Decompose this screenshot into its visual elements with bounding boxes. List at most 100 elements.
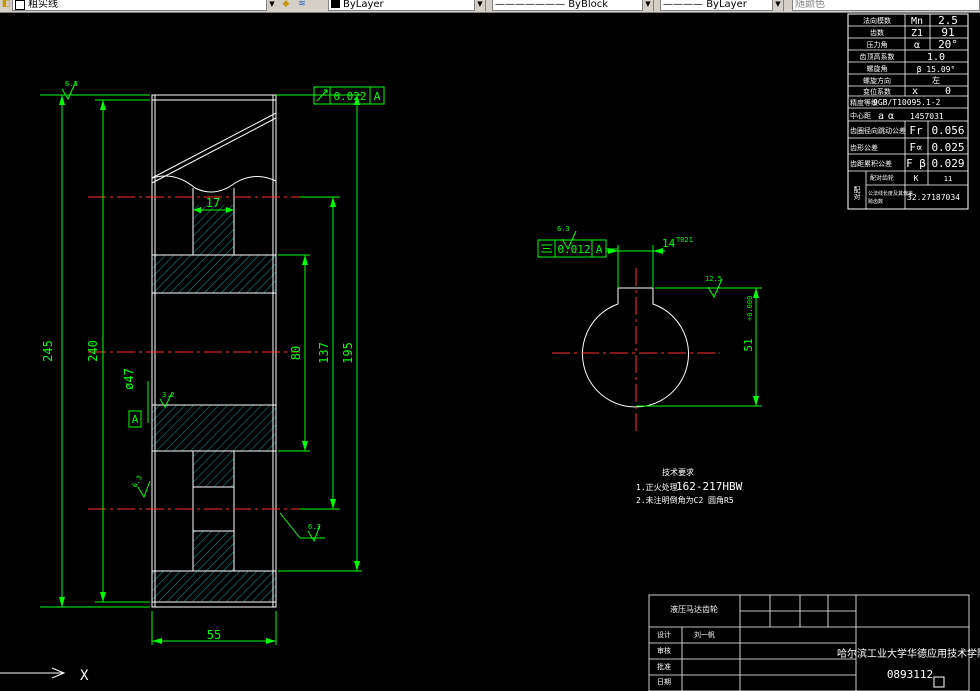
center-sym-a: a bbox=[878, 111, 884, 122]
keyway-view: 14 T021 51 +0.000 bbox=[552, 236, 762, 433]
plotstyle-dropdown[interactable]: 随颜色 bbox=[792, 0, 980, 11]
hatch-web-bottom bbox=[152, 405, 276, 451]
lineweight-value: ByLayer bbox=[706, 0, 747, 10]
center-val: 1457031 bbox=[910, 112, 944, 121]
param-3-label: 齿顶高系数 bbox=[860, 52, 895, 61]
hatch-rim-bottom bbox=[152, 571, 276, 601]
tol-2-label: 齿距累积公差 bbox=[850, 159, 892, 168]
param-0-sym: Mn bbox=[911, 16, 923, 27]
layer-swatch-icon bbox=[15, 0, 25, 10]
dim-51: 51 bbox=[742, 338, 755, 351]
tol-2-sym: F β bbox=[906, 157, 926, 170]
roughness-6-3-c: 6.3 bbox=[308, 523, 321, 531]
make-layer-current-icon[interactable]: ◆ bbox=[280, 0, 292, 11]
param-4-label: 螺旋角 bbox=[867, 64, 888, 73]
center-sym-b: α bbox=[888, 111, 894, 122]
ucs-icon: X bbox=[0, 667, 89, 684]
param-2-val: 20° bbox=[938, 38, 958, 51]
dim-14: 14 bbox=[662, 237, 676, 250]
tb-school: 哈尔滨工业大学华德应用技术学院 bbox=[837, 647, 980, 660]
roughness-6-3-a: 6.3 bbox=[65, 80, 78, 88]
hatch-hub-bottom-1 bbox=[193, 451, 234, 487]
tb-date-label: 日期 bbox=[657, 678, 671, 686]
lineweight-dropdown[interactable]: ———— ByLayer bbox=[660, 0, 784, 11]
parameter-table: 法向模数 Mn 2.5 齿数 Z1 91 压力角 α 20° 齿顶高系数 1.0… bbox=[847, 13, 969, 210]
pairing-row1-sym: K bbox=[914, 174, 919, 183]
title-block: 液压马达齿轮 设计 刘一帆 审核 批准 日期 哈尔滨工业大学华德应用技术学院 0… bbox=[648, 594, 980, 691]
dim-47: ø47 bbox=[122, 368, 136, 390]
tol-1-val: 0.025 bbox=[931, 141, 964, 154]
roughness-12-5: 12.5 bbox=[705, 275, 722, 283]
pairing-row1-val: 11 bbox=[944, 175, 952, 183]
tb-design-label: 设计 bbox=[657, 630, 671, 639]
notes-line1: 162-217HBW bbox=[676, 480, 743, 493]
plotstyle-value: 随颜色 bbox=[795, 0, 825, 10]
dim-17: 17 bbox=[206, 196, 220, 210]
dim-240: 240 bbox=[86, 340, 100, 362]
tol-0-val: 0.056 bbox=[931, 124, 964, 137]
datum-a-label: A bbox=[132, 413, 139, 426]
roughness-6-3-b: 6.3 bbox=[131, 474, 144, 489]
color-dropdown-arrow-icon[interactable]: ▼ bbox=[474, 0, 485, 11]
fcf-runout-datum: A bbox=[374, 90, 381, 103]
param-0-label: 法向模数 bbox=[863, 16, 891, 25]
param-6-label: 变位系数 bbox=[863, 87, 891, 96]
param-1-label: 齿数 bbox=[870, 28, 884, 37]
notes-line2-prefix: 2.未注明倒角为C2 bbox=[636, 495, 703, 505]
symmetry-icon bbox=[541, 244, 552, 253]
param-5-val: 左 bbox=[932, 75, 940, 85]
param-6-val: 0 bbox=[945, 86, 951, 97]
tb-number: 0893112 bbox=[887, 668, 933, 681]
precision-val: 9GB/T10095.1-2 bbox=[873, 98, 941, 107]
tb-part-name: 液压马达齿轮 bbox=[670, 604, 718, 614]
lineweight-dropdown-arrow-icon[interactable]: ▼ bbox=[772, 0, 783, 11]
layer-dropdown[interactable]: 粗实线 bbox=[12, 0, 270, 11]
linetype-dropdown[interactable]: ——————— ByBlock bbox=[492, 0, 654, 11]
notes-title: 技术要求 bbox=[662, 467, 694, 477]
dim-137: 137 bbox=[317, 342, 331, 364]
dim-14-tol: T021 bbox=[676, 236, 693, 244]
pairing-group: 配对 bbox=[853, 186, 861, 200]
layer-state-icon[interactable]: ◧ bbox=[0, 0, 12, 11]
dim-195: 195 bbox=[341, 342, 355, 364]
color-swatch-icon bbox=[331, 0, 340, 8]
layer-previous-icon[interactable]: ≋ bbox=[296, 0, 308, 11]
tb-check-label: 审核 bbox=[657, 646, 671, 655]
layer-name: 粗实线 bbox=[28, 0, 58, 10]
tol-0-sym: Fr bbox=[909, 124, 923, 137]
properties-toolbar: ◧ 粗实线 ▼ ◆ ≋ ByLayer ▼ ——————— ByBlock ▼ … bbox=[0, 0, 980, 13]
drawing-canvas[interactable]: 245 240 80 137 195 ø47 17 55 6.3 3.2 6.3… bbox=[0, 13, 980, 691]
tb-designer: 刘一帆 bbox=[694, 630, 715, 639]
color-dropdown[interactable]: ByLayer bbox=[328, 0, 486, 11]
notes-line1-prefix: 1.正火处理 bbox=[636, 482, 678, 492]
dim-55: 55 bbox=[207, 628, 221, 642]
roughness-6-3-d: 6.3 bbox=[557, 225, 570, 233]
fcf-symmetry: 0.012 A bbox=[537, 239, 618, 258]
pairing-row2-val: 32.27187034 bbox=[907, 193, 960, 202]
linetype-sample: ——————— bbox=[495, 0, 565, 10]
center-label: 中心距 bbox=[850, 111, 871, 120]
layer-dropdown-arrow-icon[interactable]: ▼ bbox=[266, 0, 277, 11]
gear-outline bbox=[151, 94, 277, 608]
technical-notes: 技术要求 1.正火处理 162-217HBW 2.未注明倒角为C2 圆角R5 bbox=[636, 467, 743, 505]
color-value: ByLayer bbox=[343, 0, 384, 10]
param-4-val: β 15.09° bbox=[917, 65, 956, 74]
gear-section-view bbox=[88, 94, 300, 608]
dim-51-tol: +0.000 bbox=[746, 296, 754, 321]
fcf-runout-tol: 0.022 bbox=[333, 90, 366, 103]
roughness-symbols bbox=[61, 80, 723, 543]
tol-1-label: 齿形公差 bbox=[850, 143, 878, 152]
param-2-sym: α bbox=[914, 40, 920, 51]
fcf-symmetry-datum: A bbox=[596, 243, 603, 256]
tol-2-val: 0.029 bbox=[931, 157, 964, 170]
param-6-sym: x bbox=[912, 86, 918, 97]
hatch-hub-top bbox=[193, 205, 234, 255]
dim-80: 80 bbox=[289, 346, 303, 360]
dim-245: 245 bbox=[41, 340, 55, 362]
param-2-label: 压力角 bbox=[867, 40, 888, 49]
hatch-web-top bbox=[152, 255, 276, 293]
pairing-row1-label: 配对齿轮 bbox=[870, 174, 894, 182]
tol-0-label: 齿圈径向跳动公差 bbox=[850, 126, 906, 135]
linetype-dropdown-arrow-icon[interactable]: ▼ bbox=[642, 0, 653, 11]
pairing-row2-sub: 跨齿数 bbox=[868, 198, 883, 205]
